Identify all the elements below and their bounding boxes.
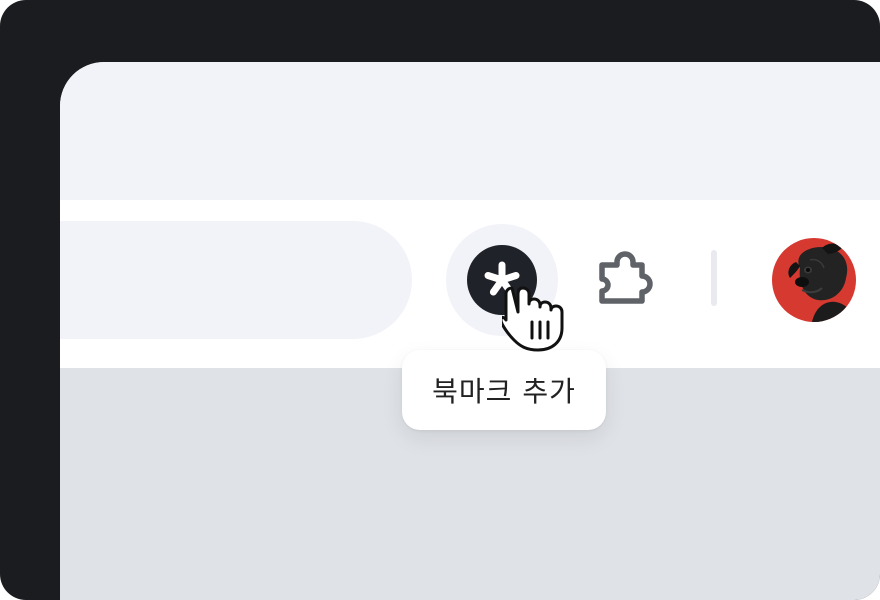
profile-avatar[interactable] [772, 238, 856, 322]
toolbar-divider [711, 250, 717, 306]
browser-window [60, 62, 880, 600]
browser-toolbar [60, 200, 880, 368]
pug-avatar-image [772, 238, 856, 322]
hand-cursor-icon [499, 286, 564, 352]
extensions-button[interactable] [590, 250, 660, 310]
device-frame: 북마크 추가 [0, 0, 880, 600]
hand-pointer-cursor [499, 284, 574, 356]
tooltip-label: 북마크 추가 [432, 375, 576, 408]
tab-strip [60, 62, 880, 200]
puzzle-piece-icon [599, 251, 653, 304]
address-bar[interactable] [60, 221, 412, 339]
bookmark-tooltip: 북마크 추가 [402, 350, 606, 430]
